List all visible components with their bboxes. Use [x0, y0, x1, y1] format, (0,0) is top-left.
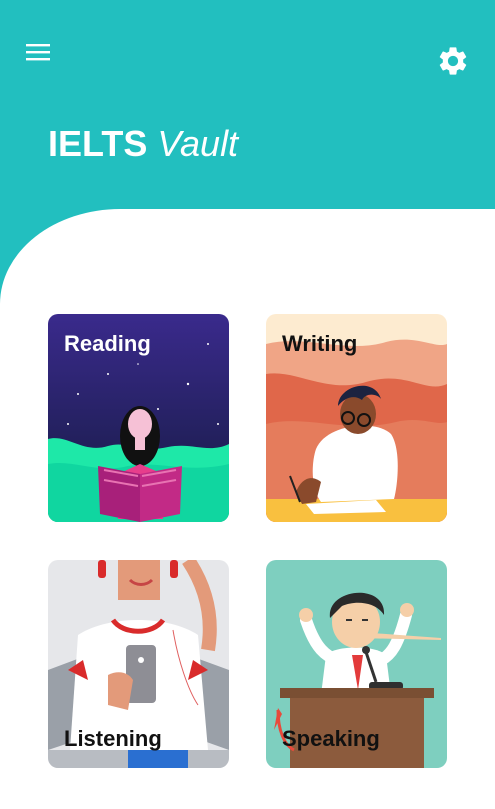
speaking-label: Speaking [282, 726, 380, 751]
listening-label: Listening [64, 726, 162, 751]
app-title-bold: IELTS [48, 123, 148, 164]
reading-card[interactable]: Reading [48, 314, 229, 522]
listening-card[interactable]: Listening [48, 560, 229, 768]
hamburger-menu-icon [26, 44, 50, 61]
menu-button[interactable] [24, 40, 52, 64]
speaking-card[interactable]: Speaking [266, 560, 447, 768]
settings-button[interactable] [436, 44, 470, 78]
writing-label: Writing [282, 331, 358, 356]
app-title: IELTS Vault [48, 122, 238, 166]
gear-icon [439, 47, 467, 75]
reading-label: Reading [64, 331, 151, 356]
app-title-italic: Vault [157, 123, 239, 164]
writing-card[interactable]: Writing [266, 314, 447, 522]
